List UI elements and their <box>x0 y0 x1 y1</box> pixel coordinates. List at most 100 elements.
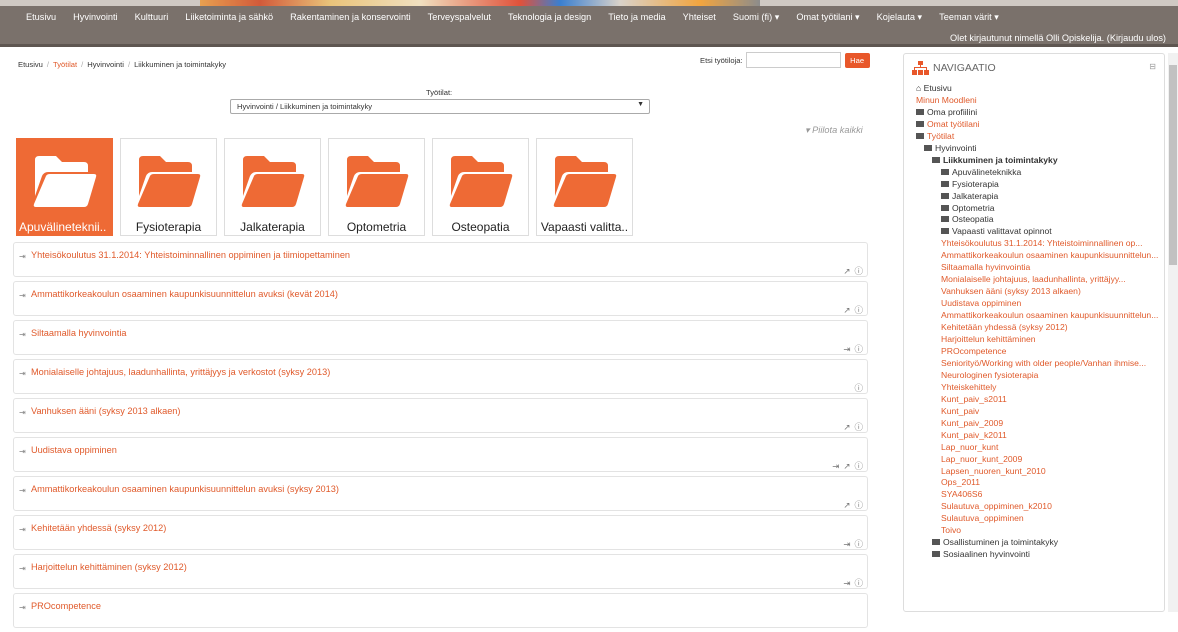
course-title-link[interactable]: Harjoittelun kehittäminen (syksy 2012) <box>31 562 187 572</box>
course-action-icon[interactable]: ⓘ <box>854 539 863 549</box>
menu-item-etusivu[interactable]: Etusivu <box>26 12 56 23</box>
nav-folder-item[interactable]: Vapaasti valittavat opinnot <box>916 226 1164 238</box>
nav-course-link[interactable]: Sulautuva_oppiminen <box>916 513 1164 525</box>
nav-course-link[interactable]: Kehitetään yhdessä (syksy 2012) <box>916 322 1164 334</box>
folder-icon <box>941 216 949 223</box>
nav-course-link[interactable]: SYA406S6 <box>916 489 1164 501</box>
course-action-icon[interactable]: ⓘ <box>854 500 863 510</box>
course-title-link[interactable]: PROcompetence <box>31 601 101 611</box>
course-title-link[interactable]: Monialaiselle johtajuus, laadunhallinta,… <box>31 367 330 377</box>
breadcrumb-hyvinvointi[interactable]: Hyvinvointi <box>87 60 124 69</box>
nav-course-link[interactable]: Ammattikorkeakoulun osaaminen kaupunkisu… <box>916 310 1164 322</box>
course-title-link[interactable]: Yhteisökoulutus 31.1.2014: Yhteistoiminn… <box>31 250 350 260</box>
nav-item-wellbeing[interactable]: Hyvinvointi <box>916 143 1164 155</box>
nav-category-item[interactable]: Osallistuminen ja toimintakyky <box>916 537 1164 549</box>
menu-item-hyvinvointi[interactable]: Hyvinvointi <box>73 12 117 23</box>
course-action-icon[interactable]: ⇥ <box>843 539 850 549</box>
nav-folder-item[interactable]: Osteopatia <box>916 214 1164 226</box>
course-action-icon[interactable]: ⓘ <box>854 422 863 432</box>
workspace-select[interactable]: Hyvinvointi / Liikkuminen ja toimintakyk… <box>230 99 650 114</box>
nav-course-link[interactable]: Kunt_paiv <box>916 406 1164 418</box>
breadcrumb-etusivu[interactable]: Etusivu <box>18 60 43 69</box>
nav-course-link[interactable]: Ops_2011 <box>916 477 1164 489</box>
menu-item-kojelauta[interactable]: Kojelauta ▾ <box>877 12 922 23</box>
nav-course-link[interactable]: Yhteisökoulutus 31.1.2014: Yhteistoiminn… <box>916 238 1164 250</box>
course-action-icon[interactable]: ⇥ <box>843 344 850 354</box>
nav-course-link[interactable]: Lap_nuor_kunt <box>916 442 1164 454</box>
course-title-link[interactable]: Kehitetään yhdessä (syksy 2012) <box>31 523 166 533</box>
search-input[interactable] <box>745 52 841 68</box>
menu-item-teknologia[interactable]: Teknologia ja design <box>508 12 591 23</box>
logged-in-info[interactable]: Olet kirjautunut nimellä Olli Opiskelija… <box>950 33 1166 43</box>
course-action-icon[interactable]: ⇥ <box>832 461 839 471</box>
course-title-link[interactable]: Uudistava oppiminen <box>31 445 117 455</box>
nav-course-link[interactable]: Lapsen_nuoren_kunt_2010 <box>916 466 1164 478</box>
nav-folder-item[interactable]: Fysioterapia <box>916 179 1164 191</box>
nav-item-label: Hyvinvointi <box>935 142 977 153</box>
nav-course-link[interactable]: Monialaiselle johtajuus, laadunhallinta,… <box>916 274 1164 286</box>
nav-course-link[interactable]: Sulautuva_oppiminen_k2010 <box>916 501 1164 513</box>
course-action-icon[interactable]: ⇥ <box>843 578 850 588</box>
nav-course-link[interactable]: Seniorityö/Working with older people/Van… <box>916 358 1164 370</box>
course-action-icon[interactable]: ⓘ <box>854 266 863 276</box>
tile-apuvalineteknikka[interactable]: Apuvälineteknii.. <box>16 138 113 236</box>
course-action-icon[interactable]: ↗ <box>843 500 850 510</box>
course-action-icon[interactable]: ⓘ <box>854 578 863 588</box>
menu-item-teeman-varit[interactable]: Teeman värit ▾ <box>939 12 999 23</box>
course-action-icon[interactable]: ↗ <box>843 422 850 432</box>
scrollbar-thumb[interactable] <box>1169 65 1177 265</box>
nav-course-link[interactable]: Toivo <box>916 525 1164 537</box>
tile-vapaasti-valittavat[interactable]: Vapaasti valitta.. <box>536 138 633 236</box>
nav-item-spaces[interactable]: Työtilat <box>916 131 1164 143</box>
tile-jalkaterapia[interactable]: Jalkaterapia <box>224 138 321 236</box>
nav-course-link[interactable]: Lap_nuor_kunt_2009 <box>916 454 1164 466</box>
search-button[interactable]: Hae <box>844 52 870 68</box>
tile-fysioterapia[interactable]: Fysioterapia <box>120 138 217 236</box>
nav-course-link[interactable]: Kunt_paiv_k2011 <box>916 430 1164 442</box>
nav-folder-item[interactable]: Apuvälineteknikka <box>916 167 1164 179</box>
menu-item-terveyspalvelut[interactable]: Terveyspalvelut <box>428 12 491 23</box>
menu-item-omat-tyotilani[interactable]: Omat työtilani ▾ <box>796 12 859 23</box>
course-action-icon[interactable]: ⓘ <box>854 383 863 393</box>
course-action-icon[interactable]: ⓘ <box>854 461 863 471</box>
nav-course-link[interactable]: Vanhuksen ääni (syksy 2013 alkaen) <box>916 286 1164 298</box>
course-action-icon[interactable]: ⓘ <box>854 344 863 354</box>
nav-course-link[interactable]: Kunt_paiv_s2011 <box>916 394 1164 406</box>
tile-osteopatia[interactable]: Osteopatia <box>432 138 529 236</box>
menu-item-kulttuuri[interactable]: Kulttuuri <box>135 12 169 23</box>
collapse-block-icon[interactable]: ⊟ <box>1149 62 1156 71</box>
nav-course-link[interactable]: Neurologinen fysioterapia <box>916 370 1164 382</box>
nav-category-item[interactable]: Sosiaalinen hyvinvointi <box>916 549 1164 561</box>
course-title-link[interactable]: Ammattikorkeakoulun osaaminen kaupunkisu… <box>31 289 338 299</box>
course-action-icon[interactable]: ↗ <box>843 461 850 471</box>
course-action-icon[interactable]: ↗ <box>843 305 850 315</box>
menu-item-language[interactable]: Suomi (fi) ▾ <box>733 12 779 23</box>
course-title-link[interactable]: Ammattikorkeakoulun osaaminen kaupunkisu… <box>31 484 339 494</box>
nav-course-link[interactable]: Uudistava oppiminen <box>916 298 1164 310</box>
nav-folder-item[interactable]: Optometria <box>916 203 1164 215</box>
nav-item-etusivu[interactable]: ⌂ Etusivu <box>916 83 1164 95</box>
breadcrumb-tyotilat[interactable]: Työtilat <box>53 60 77 69</box>
menu-item-rakentaminen[interactable]: Rakentaminen ja konservointi <box>290 12 411 23</box>
nav-course-link[interactable]: Yhteiskehittely <box>916 382 1164 394</box>
course-action-icon[interactable]: ↗ <box>843 266 850 276</box>
menu-item-tieto-ja-media[interactable]: Tieto ja media <box>608 12 665 23</box>
course-title-link[interactable]: Siltaamalla hyvinvointia <box>31 328 127 338</box>
nav-item-current[interactable]: Liikkuminen ja toimintakyky <box>916 155 1164 167</box>
course-action-icon[interactable]: ⓘ <box>854 305 863 315</box>
nav-folder-item[interactable]: Jalkaterapia <box>916 191 1164 203</box>
scrollbar[interactable] <box>1168 53 1178 612</box>
nav-course-link[interactable]: Harjoittelun kehittäminen <box>916 334 1164 346</box>
course-title-link[interactable]: Vanhuksen ääni (syksy 2013 alkaen) <box>31 406 180 416</box>
nav-item-my-moodle[interactable]: Minun Moodleni <box>916 95 1164 107</box>
nav-item-profile[interactable]: Oma profiilini <box>916 107 1164 119</box>
tile-optometria[interactable]: Optometria <box>328 138 425 236</box>
menu-item-liiketoiminta[interactable]: Liiketoiminta ja sähkö <box>185 12 273 23</box>
nav-course-link[interactable]: PROcompetence <box>916 346 1164 358</box>
nav-course-link[interactable]: Siltaamalla hyvinvointia <box>916 262 1164 274</box>
nav-course-link[interactable]: Ammattikorkeakoulun osaaminen kaupunkisu… <box>916 250 1164 262</box>
hide-all-link[interactable]: ▾ Piilota kaikki <box>805 125 863 136</box>
menu-item-yhteiset[interactable]: Yhteiset <box>683 12 716 23</box>
nav-item-my-spaces[interactable]: Omat työtilani <box>916 119 1164 131</box>
nav-course-link[interactable]: Kunt_paiv_2009 <box>916 418 1164 430</box>
